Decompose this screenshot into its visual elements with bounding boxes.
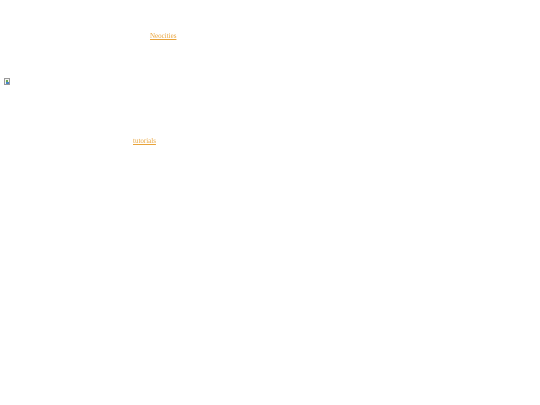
page: Neocities tutorials	[0, 0, 540, 405]
tutorials-link[interactable]: tutorials	[133, 137, 156, 146]
broken-image-icon	[4, 78, 10, 85]
neocities-link[interactable]: Neocities	[150, 32, 176, 41]
